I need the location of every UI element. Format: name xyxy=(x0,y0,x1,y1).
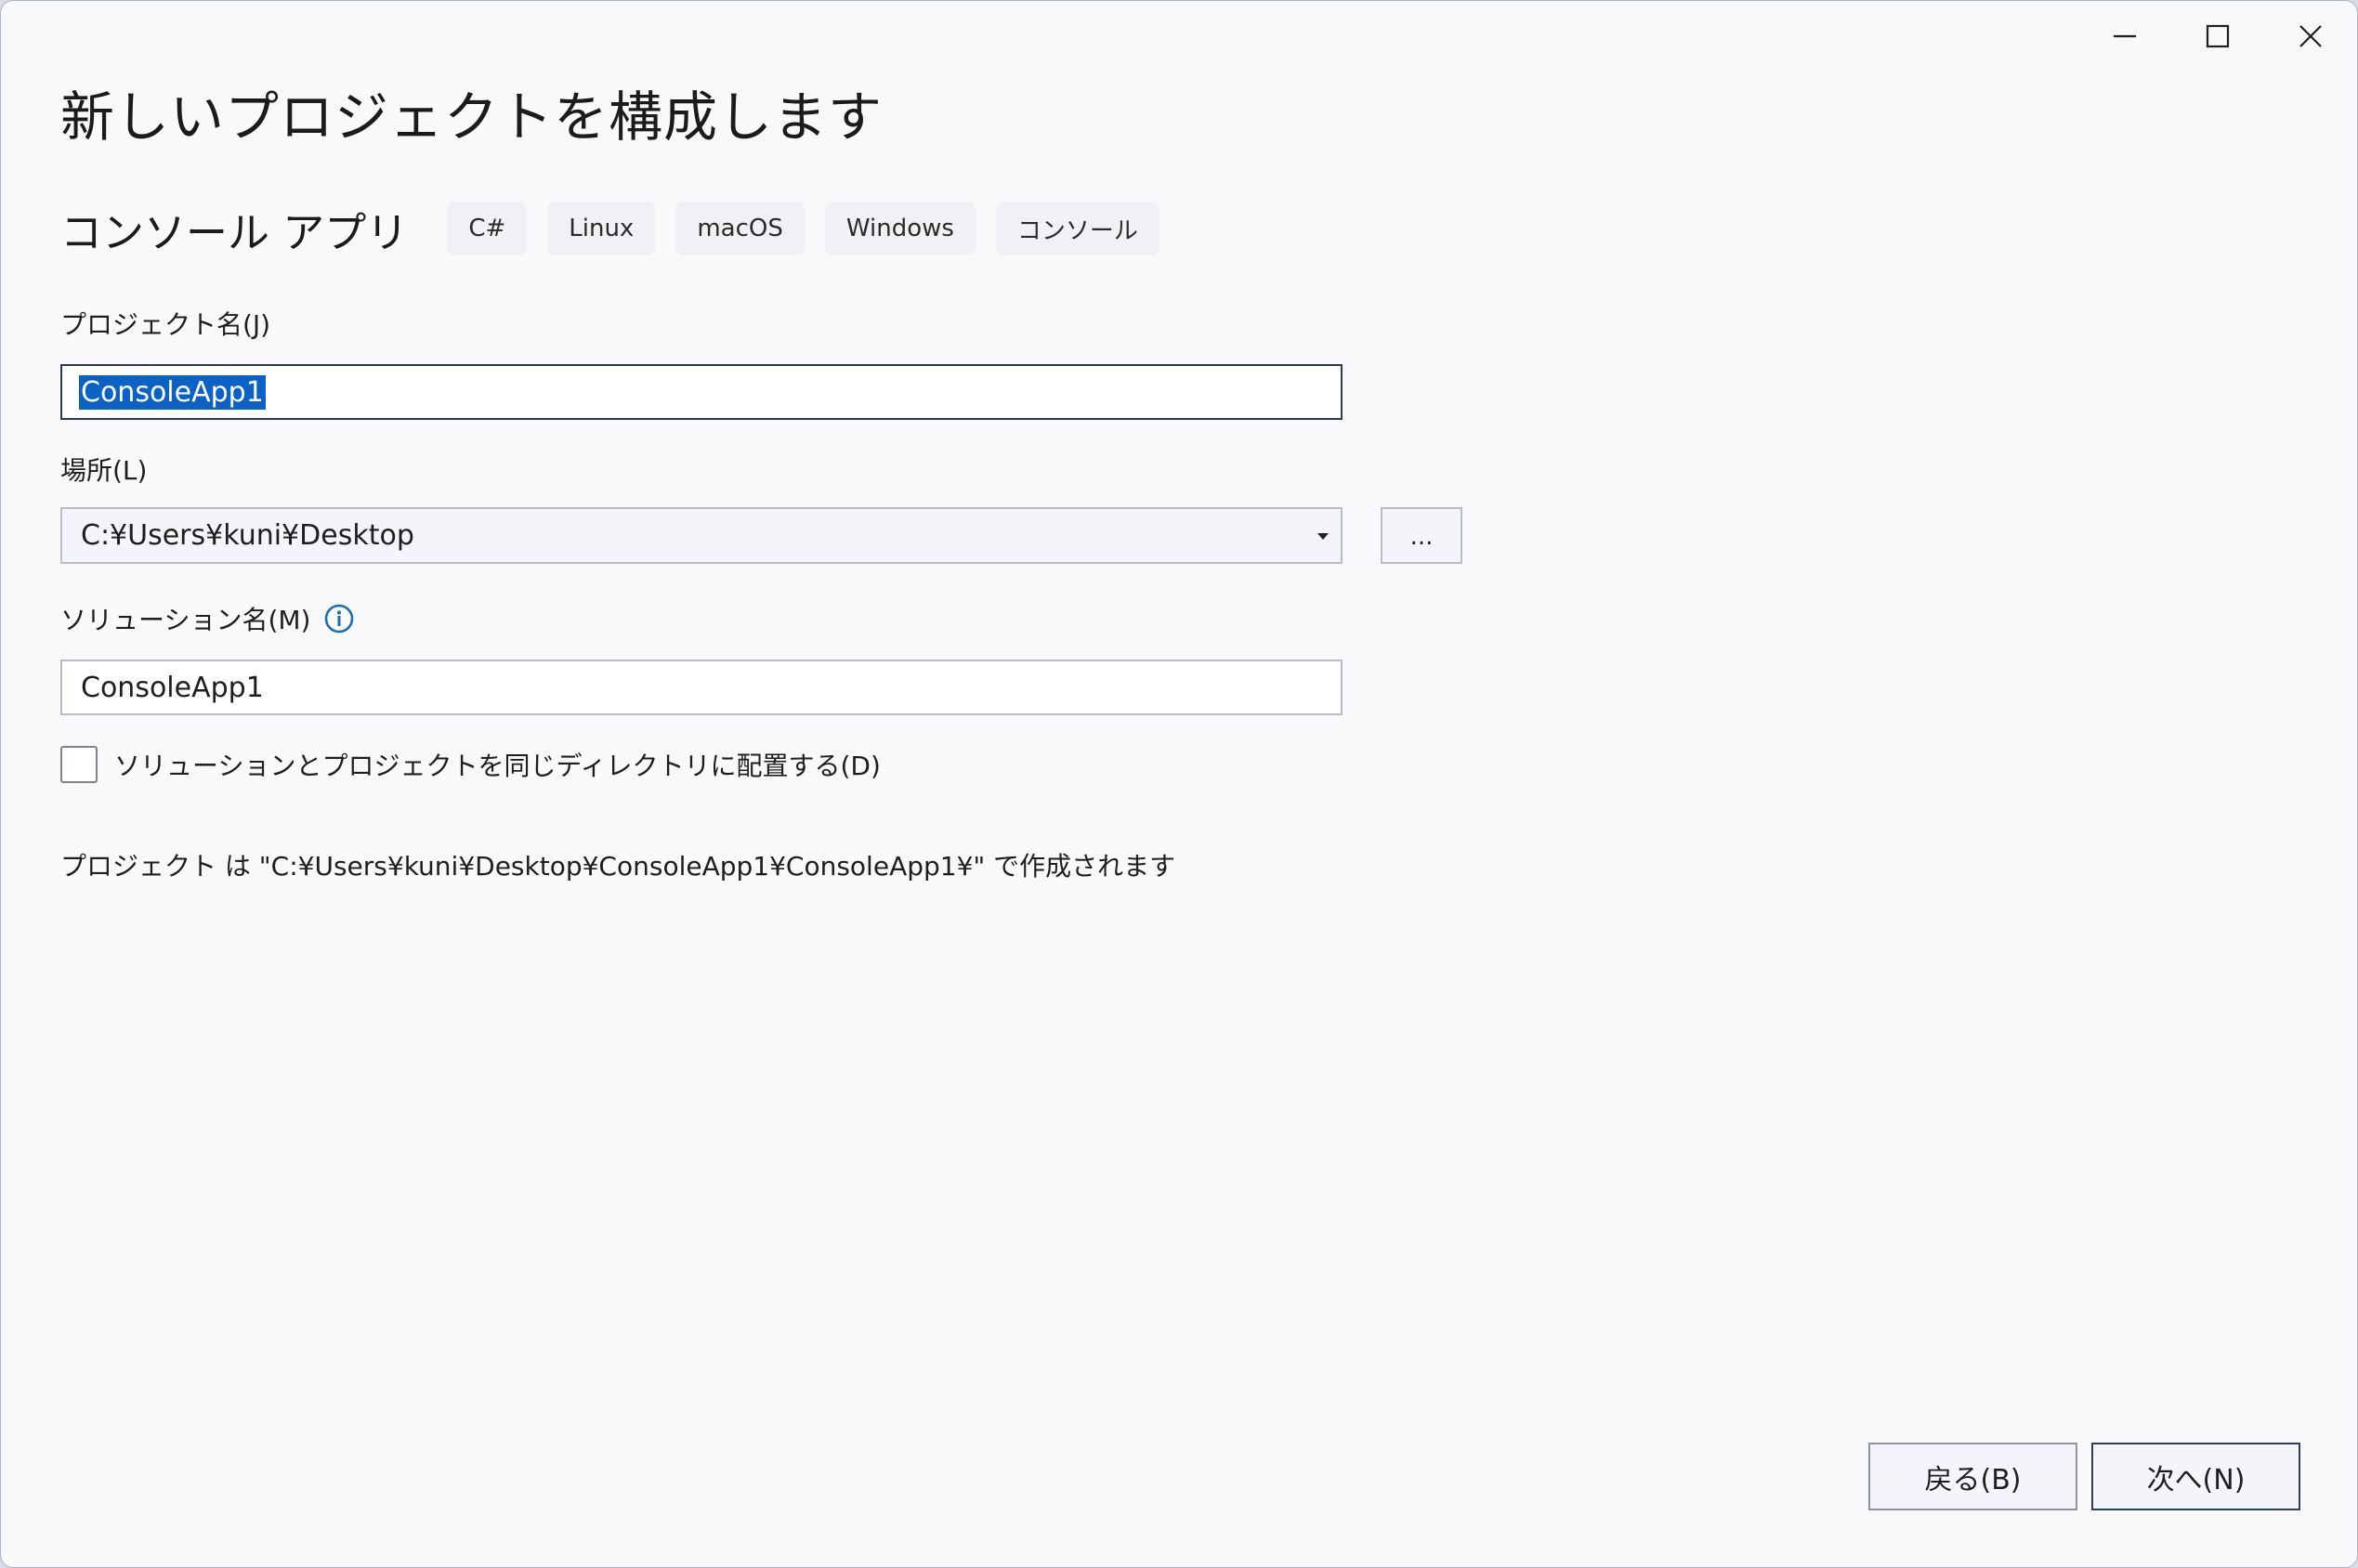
template-summary: コンソール アプリ C# Linux macOS Windows コンソール xyxy=(60,198,1180,259)
location-value: C:¥Users¥kuni¥Desktop xyxy=(81,519,414,552)
configure-project-dialog: 新しいプロジェクトを構成します コンソール アプリ C# Linux macOS… xyxy=(0,0,2358,1568)
template-name: コンソール アプリ xyxy=(60,207,409,257)
tag-project-type: コンソール xyxy=(995,202,1159,255)
location-label: 場所(L) xyxy=(60,455,148,486)
maximize-button[interactable] xyxy=(2171,1,2264,72)
tag-language: C# xyxy=(447,202,528,255)
page-title: 新しいプロジェクトを構成します xyxy=(60,85,884,149)
minimize-icon xyxy=(2114,34,2136,38)
location-combobox[interactable]: C:¥Users¥kuni¥Desktop xyxy=(60,507,1343,564)
browse-location-button[interactable]: ... xyxy=(1381,507,1462,564)
solution-name-value: ConsoleApp1 xyxy=(81,671,264,704)
close-button[interactable] xyxy=(2264,1,2357,72)
same-directory-checkbox[interactable] xyxy=(60,746,98,783)
solution-name-input[interactable]: ConsoleApp1 xyxy=(60,660,1343,715)
project-name-value: ConsoleApp1 xyxy=(79,374,266,410)
maximize-icon xyxy=(2206,24,2230,48)
chevron-down-icon[interactable] xyxy=(1315,528,1331,544)
project-path-note: プロジェクト は "C:¥Users¥kuni¥Desktop¥ConsoleA… xyxy=(60,851,1176,882)
same-directory-option[interactable]: ソリューションとプロジェクトを同じディレクトリに配置する(D) xyxy=(60,746,881,783)
tag-platform-linux: Linux xyxy=(547,202,656,255)
tag-platform-macos: macOS xyxy=(675,202,805,255)
solution-name-label-row: ソリューション名(M) xyxy=(60,600,355,637)
window-controls xyxy=(2078,1,2357,72)
next-button[interactable]: 次へ(N) xyxy=(2091,1443,2300,1510)
close-icon xyxy=(2299,25,2322,47)
tag-platform-windows: Windows xyxy=(824,202,976,255)
back-button[interactable]: 戻る(B) xyxy=(1868,1443,2077,1510)
info-icon[interactable] xyxy=(323,603,355,634)
project-name-input[interactable]: ConsoleApp1 xyxy=(60,364,1343,420)
project-name-label: プロジェクト名(J) xyxy=(60,309,271,340)
minimize-button[interactable] xyxy=(2078,1,2171,72)
solution-name-label: ソリューション名(M) xyxy=(60,605,311,635)
same-directory-label: ソリューションとプロジェクトを同じディレクトリに配置する(D) xyxy=(114,751,881,781)
